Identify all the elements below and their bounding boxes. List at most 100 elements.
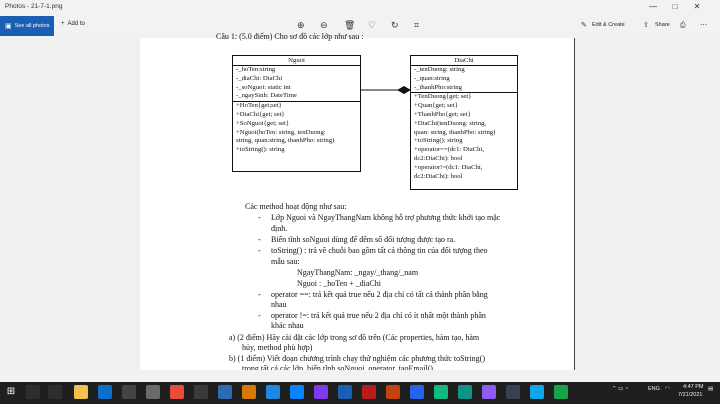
attribute: -_ngaySinh: DateTime bbox=[236, 92, 297, 100]
app-icon[interactable] bbox=[458, 385, 472, 399]
window-title: Photos - 21-7-1.png bbox=[5, 3, 63, 10]
text-line: NgayThangNam: _ngay/_thang/_nam bbox=[297, 268, 419, 277]
see-all-photos-button[interactable]: ▣ See all photos bbox=[0, 16, 54, 36]
composition-connector bbox=[361, 86, 411, 94]
text-line: operator !=: trả kết quả true nếu 2 địa … bbox=[271, 311, 486, 320]
edit-create-button[interactable]: Edit & Create bbox=[592, 22, 625, 28]
app-icon[interactable] bbox=[146, 385, 160, 399]
method: +HoTen{get;set} bbox=[236, 102, 282, 110]
app-icon[interactable] bbox=[554, 385, 568, 399]
text-line: a) (2 điểm) Hãy cài đặt các lớp trong sơ… bbox=[229, 333, 480, 342]
app-icon[interactable] bbox=[314, 385, 328, 399]
app-icon[interactable] bbox=[530, 385, 544, 399]
file-explorer-icon[interactable] bbox=[74, 385, 88, 399]
add-to-button[interactable]: + Add to bbox=[61, 21, 85, 27]
method: +DiaChi(tenDuong: string, bbox=[414, 119, 487, 127]
attribute: -_soNguoi: static int bbox=[236, 83, 291, 91]
page-edge-line bbox=[574, 38, 575, 370]
method: +ThanhPho{get; set} bbox=[414, 110, 471, 118]
search-icon[interactable] bbox=[26, 385, 40, 399]
attribute: -_hoTen:string bbox=[236, 66, 276, 73]
app-icon[interactable] bbox=[194, 385, 208, 399]
attribute: -_tenDuong: string bbox=[414, 66, 465, 73]
attribute: -_thanhPho:string bbox=[414, 83, 462, 91]
method: +Nguoi(hoTen: string, tenDuong: bbox=[236, 128, 326, 136]
text-line: Biến tĩnh soNguoi dùng để đếm số đối tượ… bbox=[271, 235, 456, 244]
vscode-icon[interactable] bbox=[98, 385, 112, 399]
method: +DiaChi{get; set} bbox=[236, 110, 285, 118]
app-icon[interactable] bbox=[506, 385, 520, 399]
maximize-button[interactable]: □ bbox=[670, 2, 680, 12]
zoom-in-icon[interactable]: ⊕ bbox=[297, 20, 305, 30]
class-methods: +TenDuong{get; set} +Quan{get; set} +Tha… bbox=[411, 93, 517, 181]
class-name: Nguoi bbox=[233, 56, 360, 66]
text-line: Nguoi : _hoTen + _diaChi bbox=[297, 279, 381, 288]
class-attributes: -_tenDuong: string -_quan:string -_thanh… bbox=[411, 66, 517, 94]
share-button[interactable]: Share bbox=[655, 22, 670, 28]
photos-icon: ▣ bbox=[5, 23, 12, 30]
text-line: Lớp Nguoi và NgayThangNam không hỗ trợ p… bbox=[271, 213, 501, 222]
text-line: trong tất cả các lớp, biến tĩnh soNguoi,… bbox=[242, 364, 433, 370]
chrome-icon[interactable] bbox=[170, 385, 184, 399]
method: +Quan{get; set} bbox=[414, 102, 458, 110]
method: dc2:DiaChi): bool bbox=[414, 154, 463, 162]
notification-icon[interactable]: ▤ bbox=[708, 386, 713, 392]
app-icon[interactable] bbox=[362, 385, 376, 399]
bullet: - bbox=[258, 213, 261, 222]
clock-time[interactable]: 4:47 PM bbox=[683, 384, 703, 390]
method: +toString(): string bbox=[236, 146, 285, 154]
word-icon[interactable] bbox=[410, 385, 424, 399]
favorite-icon[interactable]: ♡ bbox=[368, 20, 376, 30]
share-icon: ⇪ bbox=[643, 22, 649, 29]
text-line: khác nhau bbox=[271, 321, 304, 330]
taskbar: ⊞ ⌃ ▭ ◔ ENG ◠ 4:47 PM 7/21/2021 ▤ bbox=[0, 382, 720, 404]
text-line: mẫu sau: bbox=[271, 257, 300, 266]
text-line: b) (1 điểm) Viết đoạn chương trình chạy … bbox=[229, 354, 486, 363]
method: +toString(): string bbox=[414, 137, 463, 145]
delete-icon[interactable]: 🗑 bbox=[344, 20, 355, 30]
wifi-icon[interactable]: ◠ bbox=[665, 386, 670, 392]
app-icon[interactable] bbox=[218, 385, 232, 399]
class-box-nguoi: Nguoi -_hoTen:string -_diaChi: DiaChi -_… bbox=[232, 55, 361, 172]
more-icon[interactable]: ⋯ bbox=[700, 21, 707, 31]
attribute: -_quan:string bbox=[414, 74, 450, 82]
edit-create-icon: ✎ bbox=[581, 22, 587, 29]
print-icon[interactable]: ⎙ bbox=[680, 21, 686, 31]
app-icon[interactable] bbox=[434, 385, 448, 399]
bullet: - bbox=[258, 246, 261, 255]
language-indicator[interactable]: ENG bbox=[648, 386, 660, 392]
method: dc2:DiaChi): bool bbox=[414, 172, 463, 180]
bullet: - bbox=[258, 235, 261, 244]
app-icon[interactable] bbox=[290, 385, 304, 399]
method: +SoNguoi{get; set} bbox=[236, 119, 290, 127]
task-view-icon[interactable] bbox=[48, 385, 62, 399]
text-line: Các method hoạt động như sau: bbox=[245, 202, 347, 211]
text-line: toString() : trả về chuỗi bao gồm tất cả… bbox=[271, 246, 488, 255]
method: +TenDuong{get; set} bbox=[414, 93, 472, 101]
attribute: -_diaChi: DiaChi bbox=[236, 74, 283, 82]
class-methods: +HoTen{get;set} +DiaChi{get; set} +SoNgu… bbox=[233, 102, 360, 155]
minimize-button[interactable]: — bbox=[648, 2, 658, 12]
app-icon[interactable] bbox=[122, 385, 136, 399]
text-line: operator ==: trả kết quả true nếu 2 địa … bbox=[271, 290, 488, 299]
bullet: - bbox=[258, 311, 261, 320]
class-box-diachi: DiaChi -_tenDuong: string -_quan:string … bbox=[410, 55, 518, 190]
question-heading: Câu 1: (5.0 điểm) Cho sơ đồ các lớp như … bbox=[216, 32, 364, 41]
app-icon[interactable] bbox=[266, 385, 280, 399]
start-icon[interactable]: ⊞ bbox=[4, 385, 18, 399]
close-button[interactable]: ✕ bbox=[692, 2, 702, 12]
app-icon[interactable] bbox=[242, 385, 256, 399]
crop-icon[interactable]: ⌗ bbox=[414, 20, 419, 30]
app-icon[interactable] bbox=[386, 385, 400, 399]
class-name: DiaChi bbox=[411, 56, 517, 66]
zoom-out-icon[interactable]: ⊖ bbox=[320, 20, 328, 30]
clock-date[interactable]: 7/21/2021 bbox=[678, 392, 702, 398]
add-to-label: Add to bbox=[67, 21, 85, 27]
method: string, quan:string, thanhPho: string) bbox=[236, 137, 335, 145]
method: +operator==(dc1: DiaChi, bbox=[414, 146, 484, 154]
system-tray-icons[interactable]: ⌃ ▭ ◔ bbox=[612, 386, 628, 392]
plus-icon: + bbox=[61, 21, 65, 27]
rotate-icon[interactable]: ↻ bbox=[391, 20, 399, 30]
photos-app-icon[interactable] bbox=[338, 385, 352, 399]
visual-studio-icon[interactable] bbox=[482, 385, 496, 399]
